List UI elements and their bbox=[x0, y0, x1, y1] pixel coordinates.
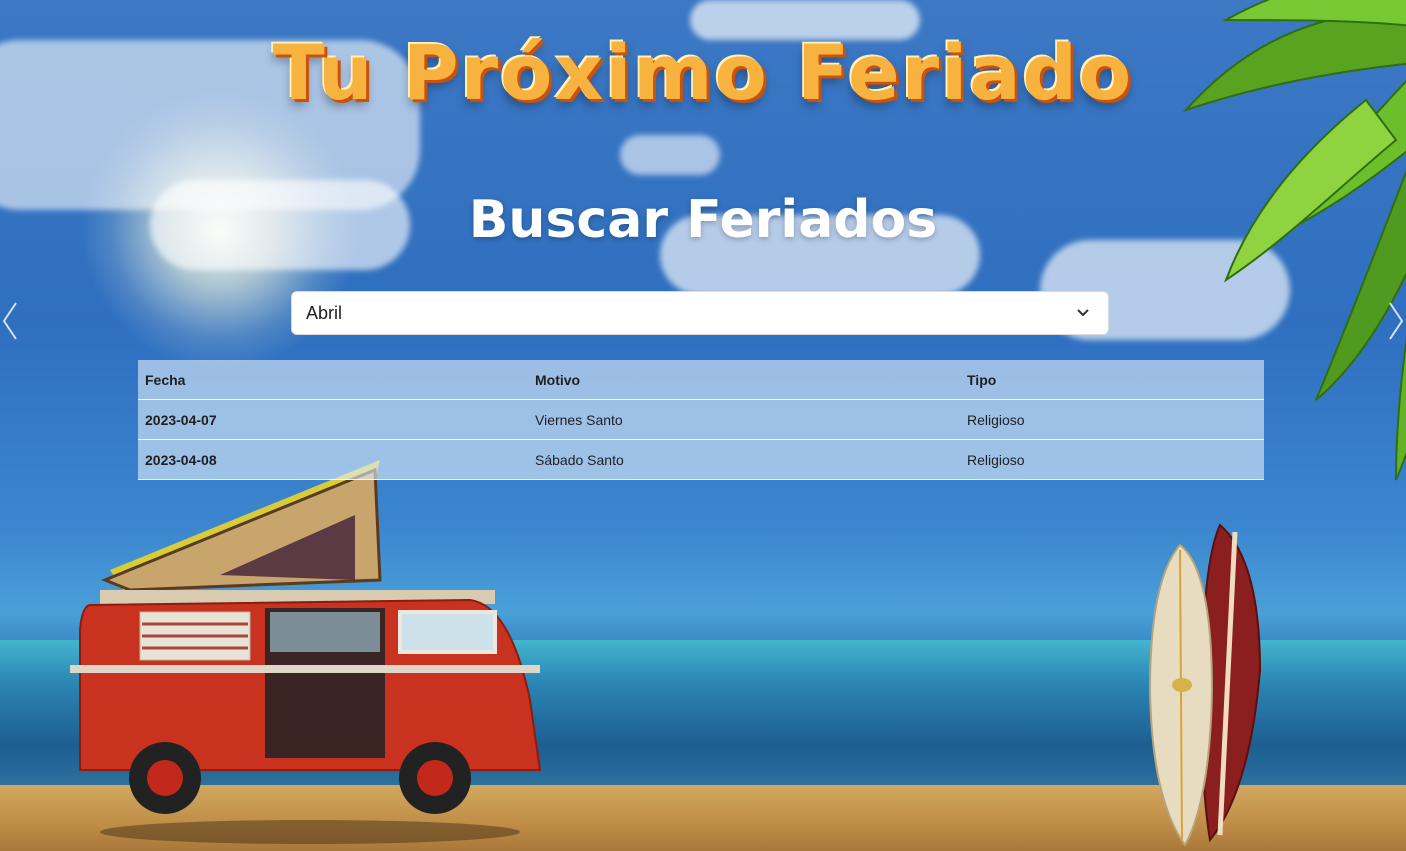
surfboards-image bbox=[1148, 523, 1262, 847]
month-select-value: Abril bbox=[306, 302, 343, 323]
cloud bbox=[620, 135, 720, 175]
cell-motivo: Viernes Santo bbox=[535, 411, 623, 428]
carousel-prev-button[interactable] bbox=[0, 300, 20, 342]
holidays-table: Fecha Motivo Tipo 2023-04-07 Viernes San… bbox=[138, 360, 1264, 480]
page-title: Tu Próximo Feriado bbox=[272, 28, 1134, 117]
cell-tipo: Religioso bbox=[967, 411, 1025, 428]
chevron-left-icon bbox=[2, 302, 17, 340]
cell-fecha: 2023-04-07 bbox=[145, 411, 217, 428]
table-header-row: Fecha Motivo Tipo bbox=[138, 360, 1264, 400]
section-title: Buscar Feriados bbox=[468, 190, 938, 250]
month-select[interactable]: Abril bbox=[291, 291, 1109, 335]
cell-fecha: 2023-04-08 bbox=[145, 451, 217, 468]
column-header-motivo: Motivo bbox=[535, 371, 581, 388]
table-row: 2023-04-07 Viernes Santo Religioso bbox=[138, 400, 1264, 440]
cell-motivo: Sábado Santo bbox=[535, 451, 624, 468]
chevron-down-icon bbox=[1072, 302, 1094, 324]
camper-van-image bbox=[70, 460, 542, 844]
column-header-fecha: Fecha bbox=[145, 371, 186, 388]
chevron-right-icon bbox=[1389, 302, 1404, 340]
column-header-tipo: Tipo bbox=[967, 371, 997, 388]
cell-tipo: Religioso bbox=[967, 451, 1025, 468]
carousel-next-button[interactable] bbox=[1386, 300, 1406, 342]
table-row: 2023-04-08 Sábado Santo Religioso bbox=[138, 440, 1264, 480]
